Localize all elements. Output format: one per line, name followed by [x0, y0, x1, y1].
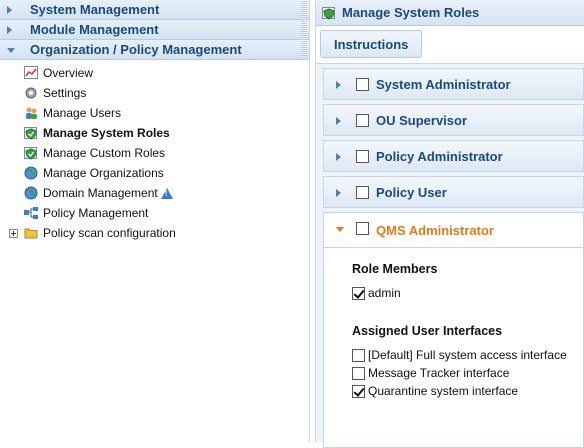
nav-item-label: Policy Management — [43, 206, 149, 220]
role-policy-user[interactable]: Policy User — [323, 176, 584, 208]
nav-item-label: Policy scan configuration — [43, 226, 176, 240]
chevron-down-icon — [336, 227, 344, 232]
nav-item-settings[interactable]: Settings — [0, 83, 309, 103]
nav-item-label: Settings — [43, 86, 87, 100]
gear-icon — [24, 86, 39, 100]
interface-label: [Default] Full system access interface — [368, 348, 567, 362]
member-label: admin — [368, 286, 401, 300]
section-label: Organization / Policy Management — [30, 42, 242, 57]
chevron-right-icon — [7, 26, 12, 34]
folder-icon — [24, 226, 39, 240]
section-label: Module Management — [30, 22, 159, 37]
nav-item-policy-scan-configuration[interactable]: Policy scan configuration — [0, 223, 309, 243]
chart-icon — [24, 66, 39, 80]
toolbar: Instructions — [316, 26, 584, 64]
chevron-right-icon — [336, 81, 341, 89]
interface-checkbox[interactable] — [352, 348, 365, 362]
navigation-pane: System Management Module Management Orga… — [0, 0, 310, 442]
interface-checkbox[interactable] — [352, 384, 365, 398]
nav-item-domain-management[interactable]: Domain Management — [0, 183, 309, 203]
interface-quarantine-system[interactable]: Quarantine system interface — [352, 382, 583, 400]
shield-icon — [24, 126, 39, 140]
chevron-down-icon — [7, 48, 15, 53]
globe-icon — [24, 166, 39, 180]
nav-item-label: Manage System Roles — [43, 126, 170, 140]
nav-item-manage-users[interactable]: Manage Users — [0, 103, 309, 123]
role-qms-administrator[interactable]: QMS Administrator — [323, 212, 584, 248]
nav-item-manage-system-roles[interactable]: Manage System Roles — [0, 123, 309, 143]
nav-tree: Overview Settings Manage Users Manage Sy… — [0, 60, 309, 243]
roles-list: System Administrator OU Supervisor Polic… — [316, 68, 584, 448]
role-label: System Administrator — [376, 76, 511, 92]
role-label: Policy User — [376, 184, 447, 200]
warning-icon — [160, 187, 173, 199]
expand-toggle-icon[interactable] — [9, 228, 18, 238]
section-system-management[interactable]: System Management — [0, 0, 309, 20]
resize-grip — [301, 40, 307, 59]
interface-full-system-access[interactable]: [Default] Full system access interface — [352, 346, 583, 364]
nav-item-manage-organizations[interactable]: Manage Organizations — [0, 163, 309, 183]
role-checkbox[interactable] — [356, 114, 369, 127]
globe-icon — [24, 186, 39, 200]
role-checkbox[interactable] — [356, 222, 369, 235]
role-detail-panel: Role Members admin Assigned User Interfa… — [323, 248, 584, 448]
section-module-management[interactable]: Module Management — [0, 20, 309, 40]
assigned-interfaces-heading: Assigned User Interfaces — [352, 324, 503, 338]
chevron-right-icon — [336, 117, 341, 125]
interface-checkbox[interactable] — [352, 366, 365, 380]
role-checkbox[interactable] — [356, 186, 369, 199]
role-label: QMS Administrator — [376, 222, 494, 238]
nav-item-label: Overview — [43, 66, 94, 80]
resize-grip — [301, 0, 307, 19]
role-ou-supervisor[interactable]: OU Supervisor — [323, 104, 584, 136]
page-header: Manage System Roles — [316, 0, 584, 26]
nav-item-policy-management[interactable]: Policy Management — [0, 203, 309, 223]
nav-item-label: Domain Management — [43, 186, 158, 200]
section-label: System Management — [30, 2, 160, 17]
nav-item-label: Manage Custom Roles — [43, 146, 166, 160]
nav-item-label: Manage Organizations — [43, 166, 164, 180]
member-checkbox[interactable] — [352, 286, 365, 300]
page-title: Manage System Roles — [342, 5, 480, 20]
role-system-administrator[interactable]: System Administrator — [323, 68, 584, 100]
nav-item-manage-custom-roles[interactable]: Manage Custom Roles — [0, 143, 309, 163]
interface-message-tracker[interactable]: Message Tracker interface — [352, 364, 583, 382]
role-label: OU Supervisor — [376, 112, 468, 128]
role-policy-administrator[interactable]: Policy Administrator — [323, 140, 584, 172]
role-checkbox[interactable] — [356, 150, 369, 163]
chevron-right-icon — [7, 6, 12, 14]
chevron-right-icon — [336, 189, 341, 197]
shield-icon — [322, 6, 336, 20]
shield-icon — [24, 146, 39, 160]
interface-label: Message Tracker interface — [368, 366, 510, 380]
nav-item-label: Manage Users — [43, 106, 122, 120]
member-admin[interactable]: admin — [352, 284, 583, 302]
nav-item-overview[interactable]: Overview — [0, 63, 309, 83]
role-label: Policy Administrator — [376, 148, 503, 164]
resize-grip — [301, 20, 307, 39]
network-icon — [24, 206, 39, 220]
content-pane: Manage System Roles Instructions System … — [315, 0, 584, 448]
users-icon — [24, 106, 39, 120]
chevron-right-icon — [336, 153, 341, 161]
interface-label: Quarantine system interface — [368, 384, 519, 398]
instructions-button[interactable]: Instructions — [320, 30, 423, 58]
section-organization-policy-management[interactable]: Organization / Policy Management — [0, 40, 309, 60]
role-members-heading: Role Members — [352, 262, 438, 276]
role-checkbox[interactable] — [356, 78, 369, 91]
